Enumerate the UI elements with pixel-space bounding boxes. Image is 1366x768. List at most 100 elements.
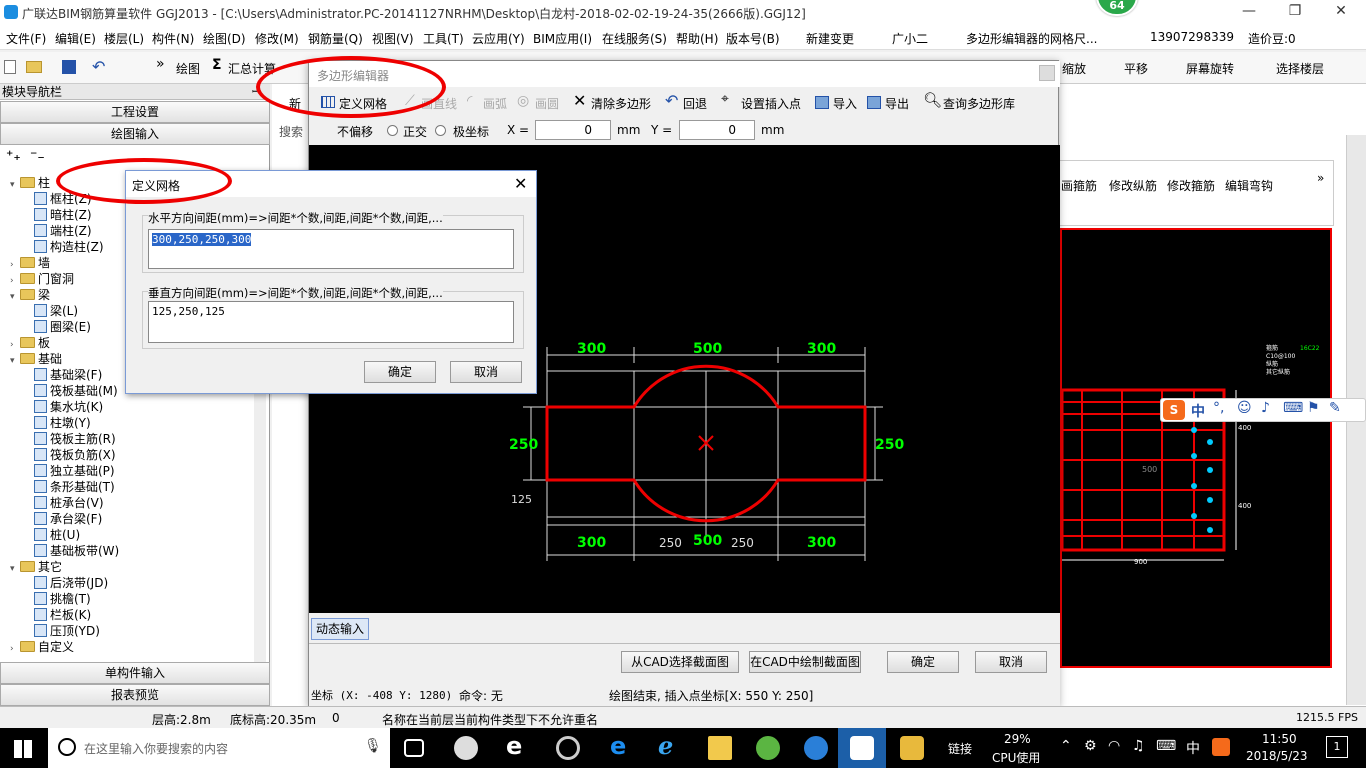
- undo-button[interactable]: 回退: [683, 95, 707, 112]
- draw-in-cad-button[interactable]: 在CAD中绘制截面图: [749, 651, 861, 673]
- menu-floor[interactable]: 楼层(L): [104, 30, 144, 47]
- ie-icon[interactable]: ℯ: [658, 732, 673, 760]
- set-insert-point-button[interactable]: 设置插入点: [741, 95, 801, 112]
- cad-section-view[interactable]: 400 400 500 900 箍筋 C10@100 纵筋 16C22 其它纵筋: [1060, 228, 1332, 668]
- menu-rebar[interactable]: 钢筋量(Q): [308, 30, 363, 47]
- polygon-editor-close-icon[interactable]: [1039, 65, 1055, 81]
- expand-toggle-icon[interactable]: ▾: [10, 564, 20, 574]
- tree-item[interactable]: 桩承台(V): [34, 494, 262, 510]
- zoom-button[interactable]: 缩放: [1062, 60, 1086, 77]
- clock-date[interactable]: 2018/5/23: [1246, 749, 1308, 763]
- x-coordinate-input[interactable]: 0: [535, 120, 611, 140]
- import-button[interactable]: 导入: [833, 95, 857, 112]
- tree-item[interactable]: 基础板带(W): [34, 542, 262, 558]
- expand-toggle-icon[interactable]: ›: [10, 340, 20, 350]
- expand-all-icon[interactable]: ⁺₊: [6, 148, 21, 164]
- menu-online[interactable]: 在线服务(S): [602, 30, 667, 47]
- menu-cloud[interactable]: 云应用(Y): [472, 30, 525, 47]
- draw-circle-button[interactable]: 画圆: [535, 95, 559, 112]
- edge-browser-icon[interactable]: e: [610, 732, 626, 760]
- tree-item[interactable]: 条形基础(T): [34, 478, 262, 494]
- taskbar-search-box[interactable]: 在这里输入你要搜索的内容 🎙︎: [48, 728, 390, 768]
- modify-longitudinal-button[interactable]: 修改纵筋: [1109, 177, 1157, 194]
- draw-arc-button[interactable]: 画弧: [483, 95, 507, 112]
- user-phone[interactable]: 13907298339: [1150, 30, 1234, 44]
- expand-toggle-icon[interactable]: ›: [10, 276, 20, 286]
- draw-stirrup-button[interactable]: 画箍筋: [1061, 177, 1097, 194]
- ie-browser-icon[interactable]: e: [506, 732, 522, 760]
- orthogonal-radio[interactable]: [387, 125, 398, 136]
- grid-cancel-button[interactable]: 取消: [450, 361, 522, 383]
- notification-badge[interactable]: 64: [1096, 0, 1138, 16]
- restore-button[interactable]: ❐: [1272, 0, 1318, 24]
- expand-toggle-icon[interactable]: ▾: [10, 292, 20, 302]
- tree-folder[interactable]: ▾ 其它: [10, 558, 262, 574]
- volume-icon[interactable]: ♫: [1132, 738, 1145, 754]
- menu-version[interactable]: 版本号(B): [726, 30, 780, 47]
- define-grid-close-icon[interactable]: ✕: [514, 174, 527, 193]
- close-button[interactable]: ✕: [1318, 0, 1364, 24]
- assistant-button[interactable]: 广小二: [892, 30, 928, 47]
- tree-item[interactable]: 压顶(YD): [34, 622, 262, 638]
- task-view-icon[interactable]: [404, 739, 424, 757]
- tray-expand-icon[interactable]: ⌃: [1060, 738, 1072, 754]
- collapse-all-icon[interactable]: ⁻₋: [30, 148, 45, 164]
- expand-toggle-icon[interactable]: ›: [10, 644, 20, 654]
- ime-toolbar[interactable]: S 中 °, ☺ ♪ ⌨ ⚑ ✎: [1160, 398, 1366, 422]
- drawing-input-button[interactable]: 绘图输入: [0, 123, 270, 145]
- skin-icon[interactable]: ⚑: [1307, 400, 1320, 416]
- action-center-icon[interactable]: 1: [1326, 736, 1348, 758]
- sogou-tray-icon[interactable]: [1212, 738, 1230, 756]
- edit-hook-button[interactable]: 编辑弯钩: [1225, 177, 1273, 194]
- notes-app-icon[interactable]: [900, 736, 924, 760]
- y-coordinate-input[interactable]: 0: [679, 120, 755, 140]
- microphone-icon[interactable]: 🎙︎: [364, 738, 382, 754]
- clear-polygon-button[interactable]: 清除多边形: [591, 95, 651, 112]
- draw-button[interactable]: 绘图: [176, 60, 200, 77]
- expand-toggle-icon[interactable]: ›: [10, 260, 20, 270]
- tray-lang[interactable]: 中: [1186, 738, 1200, 758]
- fan-app-icon[interactable]: [454, 736, 478, 760]
- notice-link[interactable]: 多边形编辑器的网格尺...: [966, 30, 1097, 47]
- modify-stirrup-button[interactable]: 修改箍筋: [1167, 177, 1215, 194]
- tree-item[interactable]: 后浇带(JD): [34, 574, 262, 590]
- polar-radio[interactable]: [435, 125, 446, 136]
- expand-toggle-icon[interactable]: ▾: [10, 356, 20, 366]
- glodon-g-icon[interactable]: [804, 736, 828, 760]
- more-chevron-icon[interactable]: »: [1317, 171, 1324, 185]
- emoji-icon[interactable]: ☺: [1237, 400, 1252, 416]
- dynamic-input-button[interactable]: 动态输入: [311, 618, 369, 640]
- vertical-spacing-field[interactable]: 125,250,125: [148, 301, 514, 343]
- menu-component[interactable]: 构件(N): [152, 30, 194, 47]
- menu-file[interactable]: 文件(F): [6, 30, 46, 47]
- minimize-button[interactable]: —: [1226, 0, 1272, 24]
- undo-icon[interactable]: ↶: [92, 57, 105, 76]
- keyboard-icon[interactable]: ⌨: [1283, 400, 1303, 416]
- new-file-icon[interactable]: [4, 60, 16, 74]
- tools-icon[interactable]: ✎: [1329, 400, 1341, 416]
- link-label[interactable]: 链接: [948, 740, 972, 757]
- select-floor-button[interactable]: 选择楼层: [1276, 60, 1324, 77]
- editor-cancel-button[interactable]: 取消: [975, 651, 1047, 673]
- punctuation-icon[interactable]: °,: [1213, 400, 1224, 416]
- ime-lang[interactable]: 中: [1191, 401, 1205, 421]
- menu-edit[interactable]: 编辑(E): [55, 30, 96, 47]
- editor-ok-button[interactable]: 确定: [887, 651, 959, 673]
- tree-item[interactable]: 桩(U): [34, 526, 262, 542]
- menu-view[interactable]: 视图(V): [372, 30, 414, 47]
- menu-tools[interactable]: 工具(T): [423, 30, 464, 47]
- single-component-input-button[interactable]: 单构件输入: [0, 662, 270, 684]
- file-explorer-icon[interactable]: [708, 736, 732, 760]
- tree-item[interactable]: 承台梁(F): [34, 510, 262, 526]
- wifi-icon[interactable]: ◠: [1108, 738, 1120, 754]
- export-button[interactable]: 导出: [885, 95, 909, 112]
- open-folder-icon[interactable]: [26, 61, 42, 73]
- select-from-cad-button[interactable]: 从CAD选择截面图: [621, 651, 739, 673]
- menu-bim[interactable]: BIM应用(I): [533, 30, 592, 47]
- tree-item[interactable]: 栏板(K): [34, 606, 262, 622]
- clock-time[interactable]: 11:50: [1262, 732, 1297, 746]
- tree-item[interactable]: 柱墩(Y): [34, 414, 262, 430]
- tray-app-icon[interactable]: ⚙: [1084, 738, 1097, 754]
- menu-draw[interactable]: 绘图(D): [203, 30, 246, 47]
- new-change-button[interactable]: 新建变更: [806, 30, 854, 47]
